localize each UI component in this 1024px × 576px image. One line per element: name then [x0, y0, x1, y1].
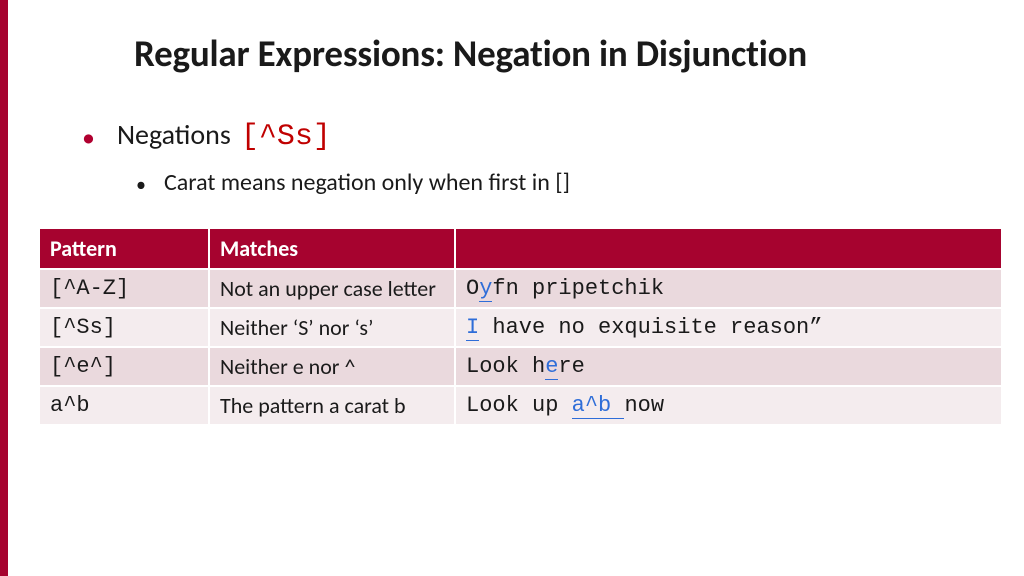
bullet-code: [^Ss]: [241, 120, 331, 154]
regex-table: Pattern Matches [^A-Z] Not an upper case…: [38, 227, 1003, 426]
table-header-row: Pattern Matches: [39, 228, 1002, 269]
cell-example: I have no exquisite reason”: [455, 308, 1002, 347]
bullet-dot-icon: •: [136, 173, 146, 197]
header-example: [455, 228, 1002, 269]
bullet-negations: • Negations [^Ss]: [82, 117, 1010, 154]
accent-bar: [0, 0, 8, 576]
cell-desc: Neither e nor ^: [209, 347, 455, 386]
cell-pattern: [^Ss]: [39, 308, 209, 347]
table-row: [^Ss] Neither ‘S’ nor ‘s’ I have no exqu…: [39, 308, 1002, 347]
ex-highlight: a^b: [572, 393, 625, 419]
ex-post: fn pripetchik: [492, 276, 664, 301]
slide-body: Regular Expressions: Negation in Disjunc…: [8, 0, 1024, 576]
table-row: [^A-Z] Not an upper case letter Oyfn pri…: [39, 269, 1002, 308]
cell-example: Look here: [455, 347, 1002, 386]
ex-highlight: y: [479, 276, 492, 302]
table-row: a^b The pattern a carat b Look up a^b no…: [39, 386, 1002, 425]
cell-pattern: [^e^]: [39, 347, 209, 386]
bullet-dot-icon: •: [82, 124, 95, 150]
bullet-text: Negations: [117, 117, 231, 152]
ex-pre: Look up: [466, 393, 572, 418]
ex-post: now: [624, 393, 664, 418]
ex-pre: O: [466, 276, 479, 301]
cell-pattern: [^A-Z]: [39, 269, 209, 308]
ex-highlight: I: [466, 315, 479, 341]
cell-pattern: a^b: [39, 386, 209, 425]
ex-highlight: e: [545, 354, 558, 380]
bullet-text: Carat means negation only when first in …: [164, 168, 570, 197]
ex-post: have no exquisite reason”: [479, 315, 822, 340]
cell-example: Look up a^b now: [455, 386, 1002, 425]
bullet-carat-note: • Carat means negation only when first i…: [82, 168, 1010, 197]
slide-title: Regular Expressions: Negation in Disjunc…: [38, 34, 1010, 75]
cell-example: Oyfn pripetchik: [455, 269, 1002, 308]
bullet-list: • Negations [^Ss] • Carat means negation…: [38, 117, 1010, 197]
ex-post: re: [558, 354, 584, 379]
cell-desc: The pattern a carat b: [209, 386, 455, 425]
header-matches: Matches: [209, 228, 455, 269]
cell-desc: Neither ‘S’ nor ‘s’: [209, 308, 455, 347]
cell-desc: Not an upper case letter: [209, 269, 455, 308]
table-row: [^e^] Neither e nor ^ Look here: [39, 347, 1002, 386]
ex-pre: Look h: [466, 354, 545, 379]
header-pattern: Pattern: [39, 228, 209, 269]
